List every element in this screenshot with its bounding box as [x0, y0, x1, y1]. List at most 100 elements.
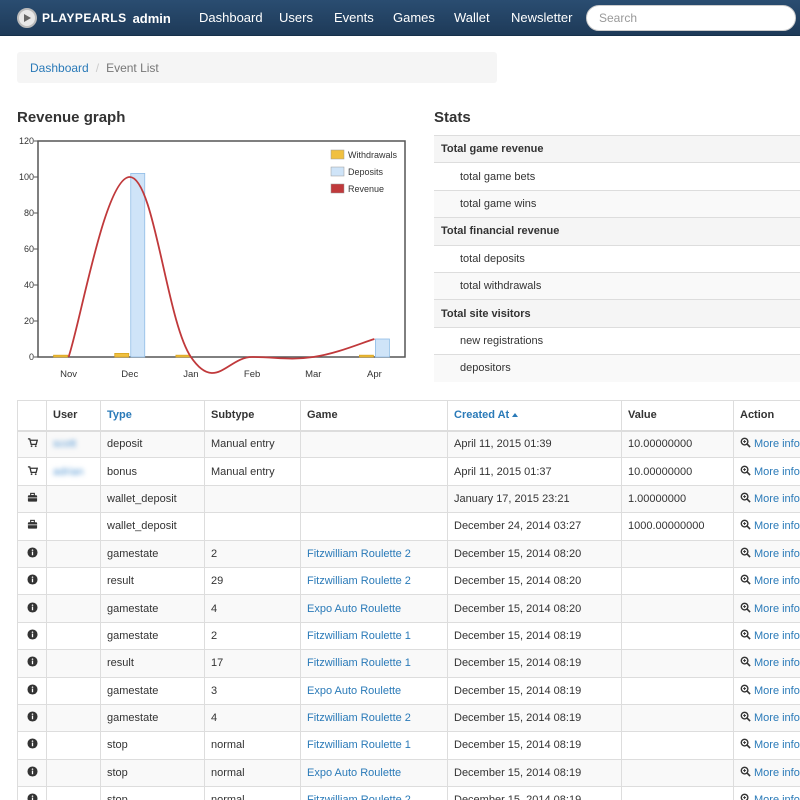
created-at-cell: December 15, 2014 08:19: [447, 758, 622, 788]
created-at-cell: December 15, 2014 08:19: [447, 786, 622, 800]
more-info-link[interactable]: More info: [740, 519, 800, 533]
header-created-at-label: Created At: [454, 409, 510, 422]
value-cell: [621, 758, 734, 788]
y-tick-label: 0: [29, 352, 34, 362]
user-cell: [46, 676, 101, 705]
stats-item: total game wins: [434, 189, 800, 218]
game-link[interactable]: Expo Auto Roulette: [307, 685, 401, 697]
user-cell[interactable]: adrian: [46, 457, 101, 486]
type-cell: gamestate: [100, 594, 205, 623]
stats-label: Total financial revenue: [441, 225, 560, 238]
game-link[interactable]: Fitzwilliam Roulette 2: [307, 712, 411, 724]
game-link[interactable]: Fitzwilliam Roulette 1: [307, 739, 411, 751]
x-tick-label: Dec: [121, 369, 138, 380]
header-type[interactable]: Type: [100, 400, 205, 432]
table-row: wallet_deposit December 24, 2014 03:27 100…: [17, 512, 800, 541]
nav-newsletter[interactable]: Newsletter: [511, 10, 572, 26]
more-info-label: More info: [754, 794, 800, 800]
nav-events[interactable]: Events: [334, 10, 374, 26]
more-info-link[interactable]: More info: [740, 574, 800, 588]
stats-item: new registrations: [434, 326, 800, 355]
action-cell: More info: [733, 676, 800, 705]
nav-dashboard[interactable]: Dashboard: [199, 10, 263, 26]
action-cell: More info: [733, 594, 800, 623]
value-cell: 10.00000000: [621, 457, 734, 486]
user-cell[interactable]: scott: [46, 429, 101, 459]
more-info-link[interactable]: More info: [740, 547, 800, 561]
breadcrumb-dashboard-link[interactable]: Dashboard: [30, 61, 89, 75]
value-cell: [621, 566, 734, 596]
created-at-cell: December 15, 2014 08:19: [447, 621, 622, 651]
game-link[interactable]: Expo Auto Roulette: [307, 603, 401, 615]
more-info-link[interactable]: More info: [740, 738, 800, 752]
play-logo-icon: [17, 8, 37, 28]
legend-label: Revenue: [348, 184, 384, 194]
brand[interactable]: PLAYPEARLS admin: [17, 8, 171, 28]
stats-label: Total game revenue: [441, 143, 544, 156]
game-cell: [300, 457, 448, 486]
game-link[interactable]: Fitzwilliam Roulette 2: [307, 794, 411, 800]
more-info-link[interactable]: More info: [740, 492, 800, 506]
nav-wallet[interactable]: Wallet: [454, 10, 490, 26]
row-type-icon-cell: [17, 429, 47, 459]
more-info-link[interactable]: More info: [740, 602, 800, 616]
more-info-link[interactable]: More info: [740, 793, 800, 800]
game-link[interactable]: Fitzwilliam Roulette 2: [307, 575, 411, 587]
stats-label: total game wins: [460, 197, 537, 210]
game-link[interactable]: Fitzwilliam Roulette 1: [307, 630, 411, 642]
legend-label: Deposits: [348, 167, 384, 177]
stats-group-heading: Total financial revenue: [434, 217, 800, 245]
search-input[interactable]: [586, 5, 796, 31]
table-row: scott deposit Manual entry April 11, 2015 0…: [17, 429, 800, 459]
zoom-in-icon: [740, 656, 754, 670]
more-info-label: More info: [754, 629, 800, 642]
header-created-at[interactable]: Created At: [447, 400, 622, 432]
row-type-icon-cell: [17, 786, 47, 800]
brand-admin-label: admin: [132, 10, 171, 26]
more-info-label: More info: [754, 438, 800, 451]
user-link[interactable]: adrian: [53, 466, 84, 478]
created-at-cell: December 15, 2014 08:19: [447, 676, 622, 705]
user-cell: [46, 731, 101, 760]
more-info-link[interactable]: More info: [740, 656, 800, 670]
type-cell: gamestate: [100, 539, 205, 568]
more-info-link[interactable]: More info: [740, 629, 800, 643]
stats-title: Stats: [434, 109, 471, 126]
x-tick-label: Apr: [367, 369, 382, 380]
more-info-link[interactable]: More info: [740, 465, 800, 479]
nav-games[interactable]: Games: [393, 10, 435, 26]
type-cell: wallet_deposit: [100, 512, 205, 541]
top-navbar: PLAYPEARLS admin Dashboard Users Events …: [0, 0, 800, 36]
more-info-link[interactable]: More info: [740, 684, 800, 698]
created-at-cell: December 15, 2014 08:19: [447, 731, 622, 760]
withdrawals-bar: [359, 354, 374, 358]
more-info-link[interactable]: More info: [740, 711, 800, 725]
stats-label: new registrations: [460, 334, 544, 347]
more-info-link[interactable]: More info: [740, 766, 800, 780]
legend-label: Withdrawals: [348, 150, 398, 160]
game-link[interactable]: Fitzwilliam Roulette 1: [307, 657, 411, 669]
action-cell: More info: [733, 703, 800, 733]
game-cell: Fitzwilliam Roulette 1: [300, 621, 448, 651]
more-info-link[interactable]: More info: [740, 437, 800, 451]
y-tick-label: 120: [19, 136, 34, 146]
nav-users[interactable]: Users: [279, 10, 313, 26]
action-cell: More info: [733, 786, 800, 800]
game-link[interactable]: Expo Auto Roulette: [307, 767, 401, 779]
row-type-icon-cell: [17, 731, 47, 760]
table-row: gamestate 2 Fitzwilliam Roulette 2 December…: [17, 539, 800, 568]
game-link[interactable]: Fitzwilliam Roulette 2: [307, 548, 411, 560]
table-header-row: User Type Subtype Game Created At Value …: [17, 400, 800, 432]
row-type-icon-cell: [17, 512, 47, 541]
value-cell: [621, 649, 734, 678]
info-icon: [26, 738, 38, 752]
more-info-label: More info: [754, 465, 800, 478]
zoom-in-icon: [740, 766, 754, 780]
zoom-in-icon: [740, 547, 754, 561]
zoom-in-icon: [740, 738, 754, 752]
user-link[interactable]: scott: [53, 438, 76, 450]
stats-label: total withdrawals: [460, 280, 542, 293]
table-row: stopnormal Fitzwilliam Roulette 2 December…: [17, 786, 800, 800]
withdrawals-bar: [175, 354, 191, 358]
zoom-in-icon: [740, 437, 754, 451]
